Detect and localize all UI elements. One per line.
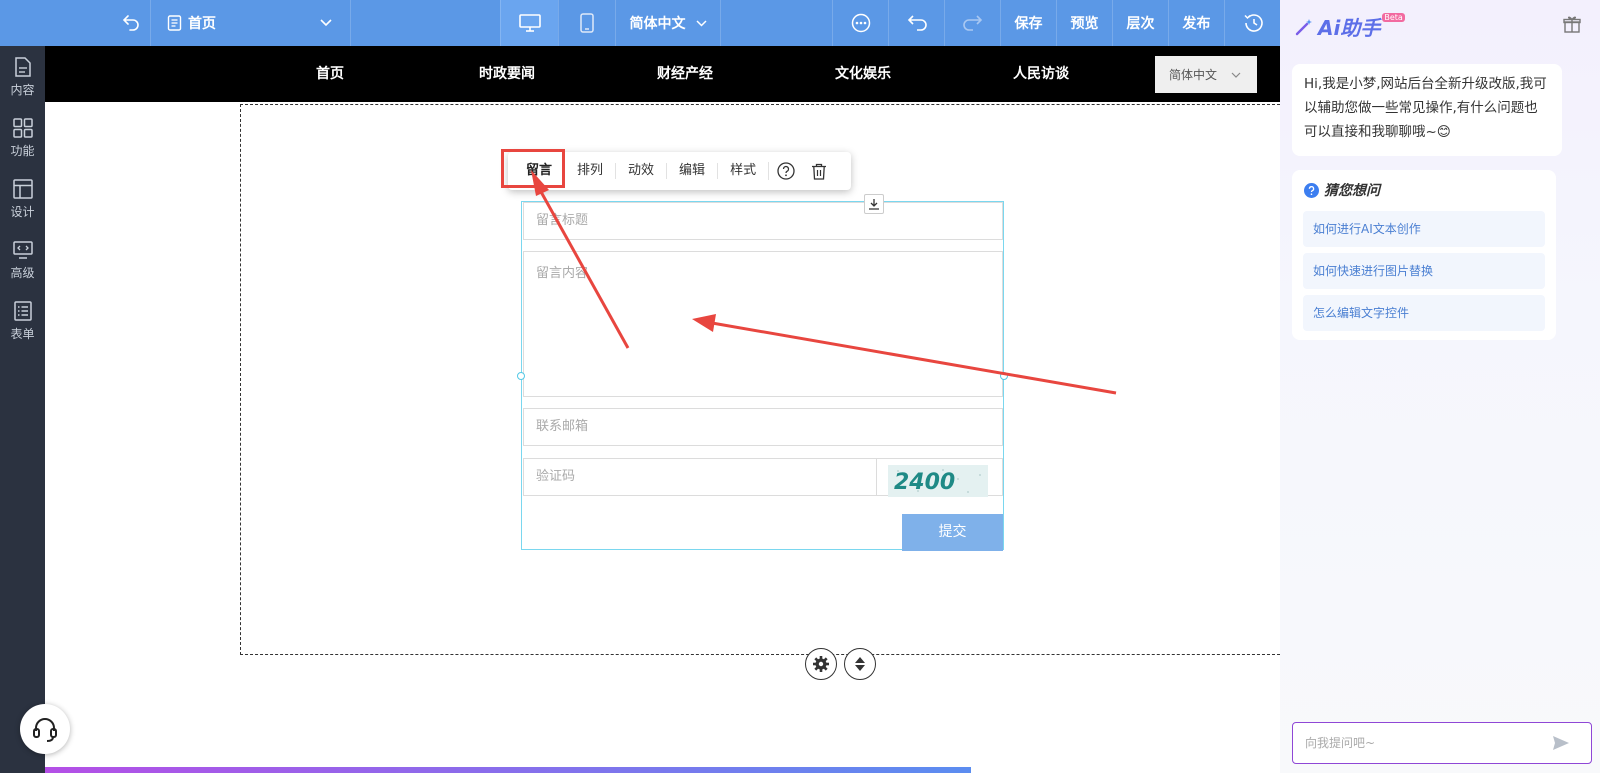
suggest-title: 猜您想问 — [1324, 183, 1380, 199]
suggested-questions-card: 猜您想问 如何进行AI文本创作 如何快速进行图片替换 怎么编辑文字控件 — [1292, 170, 1556, 340]
progress-fill — [45, 767, 971, 773]
suggest-header: 猜您想问 — [1304, 180, 1380, 200]
ai-header: Ai助手 Beta — [1294, 12, 1405, 41]
loading-progress — [45, 767, 1280, 773]
send-button[interactable] — [1552, 735, 1570, 755]
annotation-arrow-up — [538, 189, 630, 349]
ai-title: Ai助手 — [1318, 16, 1381, 40]
send-icon — [1553, 736, 1569, 750]
magic-wand-icon — [1295, 18, 1312, 35]
gift-button[interactable] — [1563, 15, 1581, 37]
annotation-arrow-up-head — [531, 170, 549, 196]
gift-icon — [1563, 16, 1581, 33]
customer-support-button[interactable] — [20, 704, 70, 754]
headset-icon — [33, 718, 57, 742]
beta-badge: Beta — [1382, 13, 1405, 22]
suggested-question[interactable]: 如何进行AI文本创作 — [1303, 211, 1545, 247]
suggested-question[interactable]: 如何快速进行图片替换 — [1303, 253, 1545, 289]
ai-question-input[interactable]: 向我提问吧~ — [1292, 722, 1592, 764]
question-circle-icon — [1304, 182, 1319, 198]
ai-greeting-message: Hi,我是小梦,网站后台全新升级改版,我可以辅助您做一些常见操作,有什么问题也可… — [1292, 64, 1562, 156]
annotation-arrow-left — [711, 321, 1117, 395]
ai-assistant-panel: Ai助手 Beta Hi,我是小梦,网站后台全新升级改版,我可以辅助您做一些常见… — [1280, 0, 1600, 773]
suggested-question[interactable]: 怎么编辑文字控件 — [1303, 295, 1545, 331]
annotation-arrow-left-head — [692, 314, 716, 332]
